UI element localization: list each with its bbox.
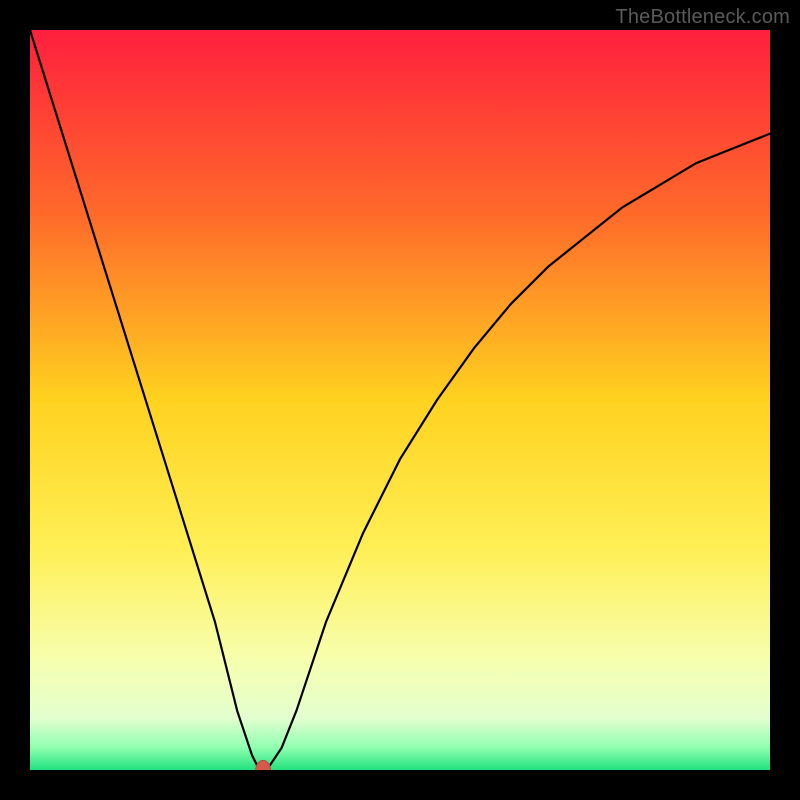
gradient-background bbox=[30, 30, 770, 770]
watermark-text: TheBottleneck.com bbox=[615, 6, 790, 29]
chart-frame: TheBottleneck.com bbox=[0, 0, 800, 800]
plot-area bbox=[30, 30, 770, 770]
chart-svg bbox=[30, 30, 770, 770]
